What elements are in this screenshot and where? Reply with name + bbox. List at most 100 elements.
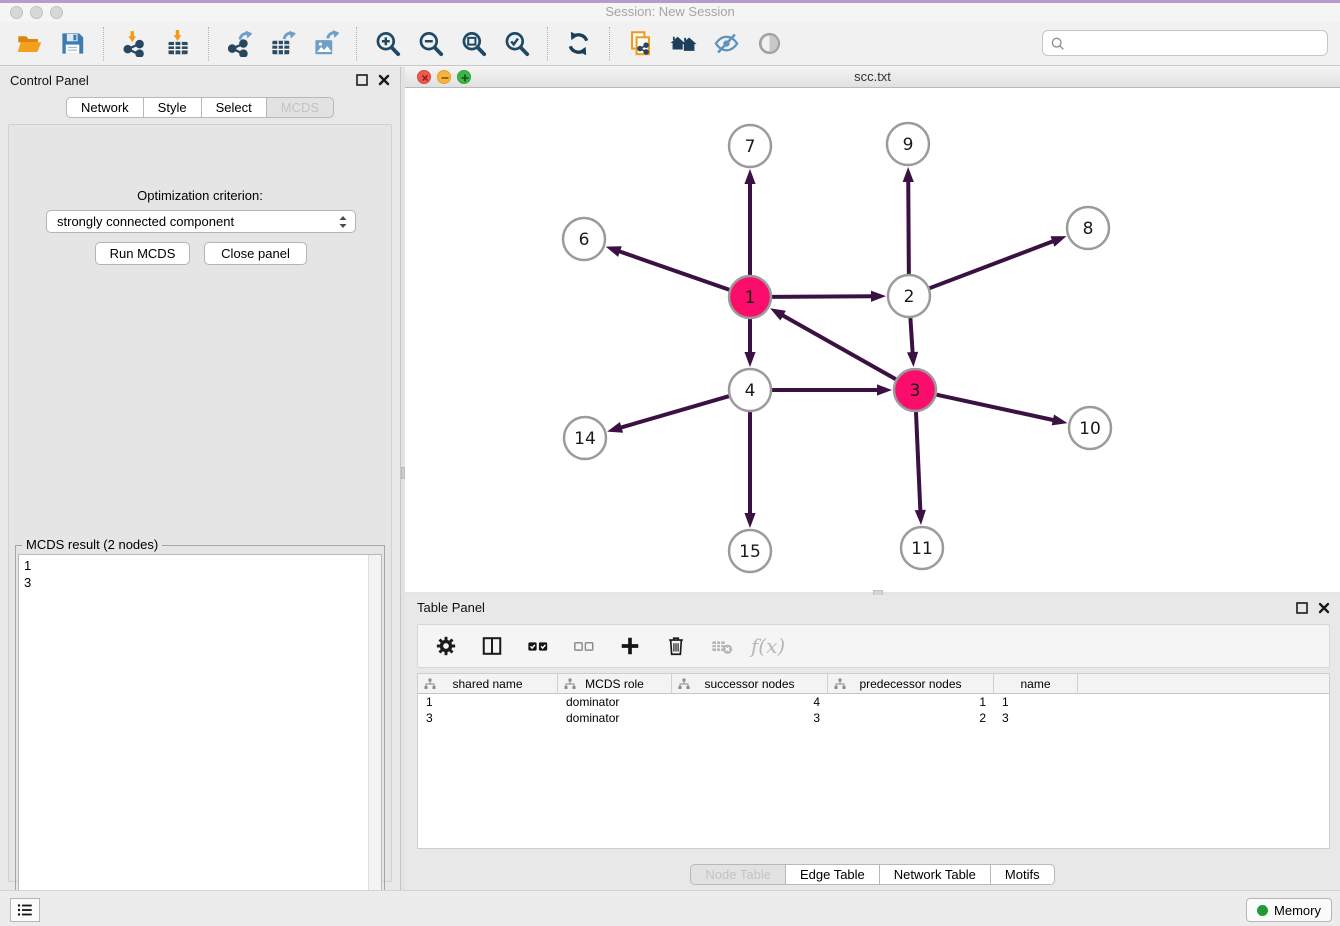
graph-edge-2-8[interactable] xyxy=(930,236,1067,288)
columns-button[interactable] xyxy=(480,634,504,658)
zoom-in-button[interactable] xyxy=(371,27,404,61)
add-column-button[interactable] xyxy=(618,634,642,658)
table-row[interactable]: 3dominator323 xyxy=(418,710,1329,726)
run-mcds-button[interactable]: Run MCDS xyxy=(95,242,190,265)
control-panel-float-button[interactable] xyxy=(356,74,368,86)
graph-node-1[interactable]: 1 xyxy=(729,276,771,318)
graph-edge-3-11[interactable] xyxy=(915,412,926,525)
toolbar-separator xyxy=(547,27,548,61)
search-input[interactable] xyxy=(1071,32,1323,54)
graph-node-10[interactable]: 10 xyxy=(1069,407,1111,449)
result-scrollbar[interactable] xyxy=(368,555,381,919)
column-label: MCDS role xyxy=(585,677,644,691)
search-icon xyxy=(1050,36,1066,52)
tab-motifs[interactable]: Motifs xyxy=(991,864,1055,885)
home-button[interactable] xyxy=(667,27,700,61)
tab-edge-table[interactable]: Edge Table xyxy=(786,864,880,885)
network-canvas[interactable]: 7 9 6 8 1 2 4 3 14 10 15 11 xyxy=(405,88,1340,592)
graph-edge-3-10[interactable] xyxy=(936,395,1067,426)
refresh-button[interactable] xyxy=(562,27,595,61)
hide-selected-button[interactable] xyxy=(710,27,743,61)
graph-edge-2-9[interactable] xyxy=(903,167,914,274)
duplicate-network-button[interactable] xyxy=(624,27,657,61)
table-cell[interactable]: 4 xyxy=(672,694,828,710)
table-cell[interactable]: dominator xyxy=(558,710,672,726)
table-cell[interactable]: 1 xyxy=(828,694,994,710)
table-panel-close-button[interactable] xyxy=(1318,602,1330,614)
task-history-button[interactable] xyxy=(10,898,40,922)
graph-node-14[interactable]: 14 xyxy=(564,417,606,459)
export-table-button[interactable] xyxy=(266,27,299,61)
column-header-shared-name[interactable]: shared name xyxy=(418,674,558,694)
column-header-successor-nodes[interactable]: successor nodes xyxy=(672,674,828,694)
graph-edge-3-1[interactable] xyxy=(770,308,896,379)
zoom-selected-button[interactable] xyxy=(500,27,533,61)
mcds-panel: Optimization criterion: strongly connect… xyxy=(8,124,392,882)
table-row[interactable]: 1dominator411 xyxy=(418,694,1329,710)
close-panel-button[interactable]: Close panel xyxy=(204,242,307,265)
graph-node-11[interactable]: 11 xyxy=(901,527,943,569)
edge-arrowhead xyxy=(877,384,892,395)
graph-edge-4-15[interactable] xyxy=(744,412,755,528)
tab-network[interactable]: Network xyxy=(66,97,144,118)
table-cell[interactable]: dominator xyxy=(558,694,672,710)
graph-node-15[interactable]: 15 xyxy=(729,530,771,572)
table-cell[interactable]: 1 xyxy=(418,694,558,710)
graph-node-6[interactable]: 6 xyxy=(563,218,605,260)
criterion-select[interactable]: strongly connected component xyxy=(46,210,356,233)
graph-edge-1-6[interactable] xyxy=(606,246,730,289)
network-title: scc.txt xyxy=(405,69,1340,84)
delete-column-button[interactable] xyxy=(664,634,688,658)
zoom-fit-button[interactable] xyxy=(457,27,490,61)
graph-node-9[interactable]: 9 xyxy=(887,123,929,165)
graph-node-2[interactable]: 2 xyxy=(888,275,930,317)
tab-style[interactable]: Style xyxy=(144,97,202,118)
mcds-result-text[interactable]: 13 xyxy=(18,554,382,920)
graph-edge-1-7[interactable] xyxy=(744,169,755,275)
tab-select[interactable]: Select xyxy=(202,97,267,118)
import-network-button[interactable] xyxy=(118,27,151,61)
zoom-out-button[interactable] xyxy=(414,27,447,61)
column-label: name xyxy=(1020,677,1050,691)
import-table-button[interactable] xyxy=(161,27,194,61)
graph-edge-1-2[interactable] xyxy=(772,291,886,302)
column-header-MCDS-role[interactable]: MCDS role xyxy=(558,674,672,694)
tab-network-table[interactable]: Network Table xyxy=(880,864,991,885)
graph-node-8[interactable]: 8 xyxy=(1067,207,1109,249)
graph-node-3[interactable]: 3 xyxy=(894,369,936,411)
control-panel-title: Control Panel xyxy=(10,73,89,88)
open-session-button[interactable] xyxy=(13,27,46,61)
table-panel-float-button[interactable] xyxy=(1296,602,1308,614)
graph-edge-4-3[interactable] xyxy=(772,384,892,395)
tab-mcds[interactable]: MCDS xyxy=(267,97,334,118)
graph-node-label: 10 xyxy=(1079,419,1101,439)
graph-edge-1-4[interactable] xyxy=(744,319,755,367)
select-all-button[interactable] xyxy=(526,634,550,658)
table-cell[interactable]: 2 xyxy=(828,710,994,726)
deselect-all-button[interactable] xyxy=(572,634,596,658)
export-network-button[interactable] xyxy=(223,27,256,61)
save-session-button[interactable] xyxy=(56,27,89,61)
column-label: successor nodes xyxy=(704,677,794,691)
select-stepper-icon xyxy=(338,214,348,230)
table-cell[interactable]: 3 xyxy=(994,710,1078,726)
graph-edge-2-3[interactable] xyxy=(907,318,918,367)
tab-node-table[interactable]: Node Table xyxy=(690,864,786,885)
mcds-result-title: MCDS result (2 nodes) xyxy=(22,537,162,552)
table-cell[interactable]: 3 xyxy=(418,710,558,726)
select-all-icon xyxy=(527,635,549,657)
column-header-name[interactable]: name xyxy=(994,674,1078,694)
graph-edge-4-14[interactable] xyxy=(607,396,729,433)
graph-node-7[interactable]: 7 xyxy=(729,125,771,167)
gear-button[interactable] xyxy=(434,634,458,658)
memory-button[interactable]: Memory xyxy=(1246,898,1332,922)
graph-node-4[interactable]: 4 xyxy=(729,369,771,411)
save-session-icon xyxy=(59,30,86,57)
control-panel-close-button[interactable] xyxy=(378,74,390,86)
edge-arrowhead xyxy=(1052,414,1068,425)
table-cell[interactable]: 3 xyxy=(672,710,828,726)
table-cell[interactable]: 1 xyxy=(994,694,1078,710)
column-label: predecessor nodes xyxy=(859,677,961,691)
export-image-button[interactable] xyxy=(309,27,342,61)
column-header-predecessor-nodes[interactable]: predecessor nodes xyxy=(828,674,994,694)
